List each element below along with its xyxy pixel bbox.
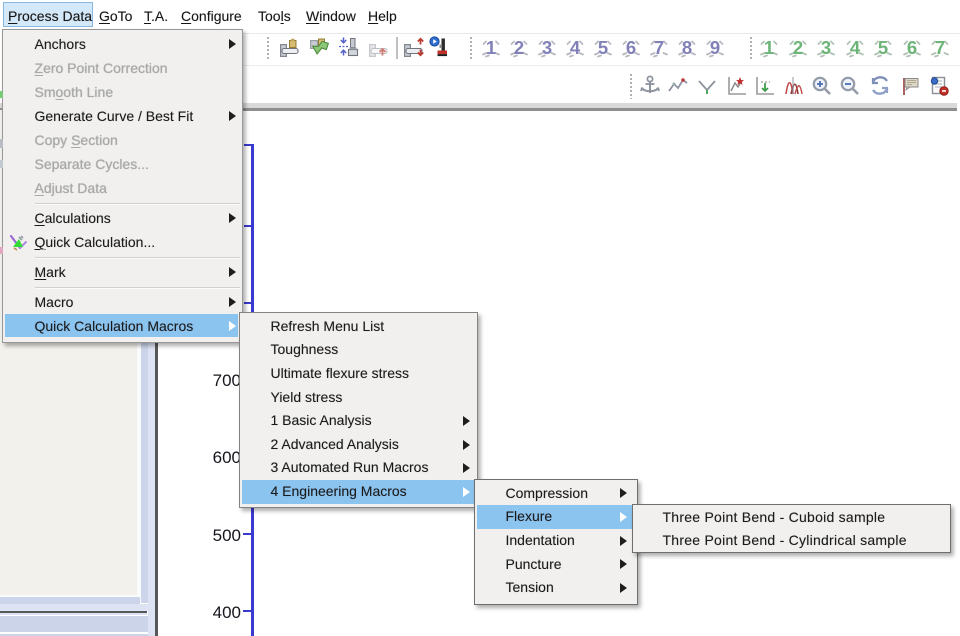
- svg-text:6: 6: [906, 37, 916, 58]
- svg-text:3: 3: [821, 37, 831, 58]
- svg-text:2: 2: [792, 37, 802, 58]
- svg-text:4: 4: [849, 37, 860, 58]
- svg-text:9: 9: [710, 37, 720, 58]
- svg-text:1: 1: [486, 37, 496, 58]
- svg-text:5: 5: [598, 37, 608, 58]
- svg-text:2: 2: [514, 37, 524, 58]
- svg-text:3: 3: [542, 37, 552, 58]
- svg-text:6: 6: [626, 37, 636, 58]
- svg-text:8: 8: [682, 37, 692, 58]
- svg-text:7: 7: [935, 37, 945, 58]
- svg-text:5: 5: [878, 37, 888, 58]
- svg-text:7: 7: [654, 37, 664, 58]
- svg-text:1: 1: [764, 37, 774, 58]
- svg-text:4: 4: [570, 37, 581, 58]
